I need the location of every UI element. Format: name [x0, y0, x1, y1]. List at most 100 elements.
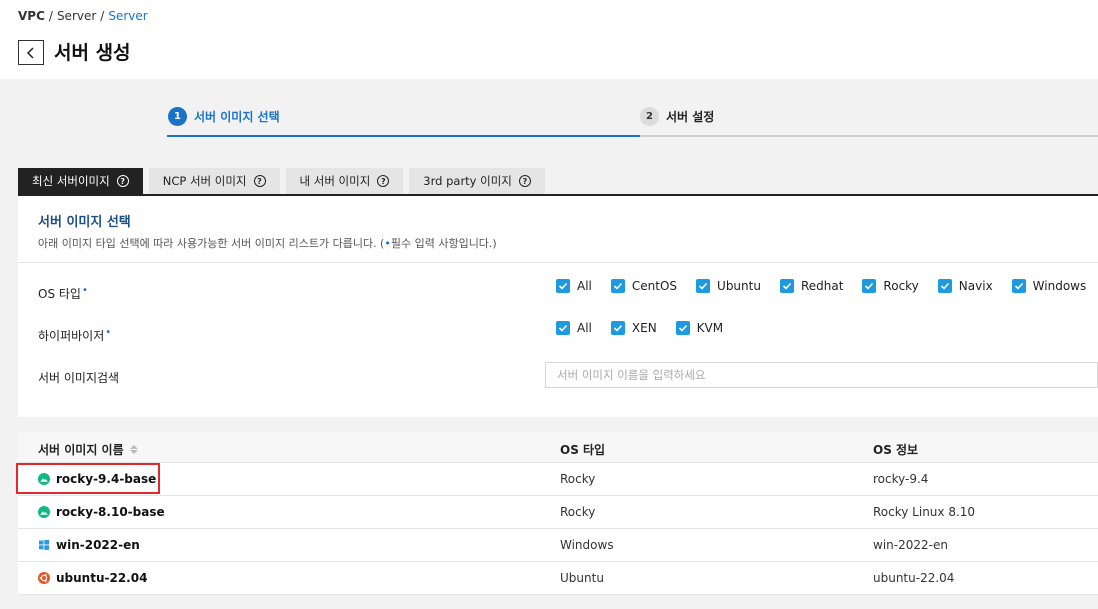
hypervisor-checkboxes: All XEN KVM [556, 321, 742, 335]
required-mark: • [81, 285, 88, 296]
help-icon[interactable]: ? [518, 175, 531, 187]
tab-my-images[interactable]: 내 서버 이미지 ? [285, 168, 404, 194]
checkbox-label: KVM [696, 321, 724, 335]
sort-icon[interactable] [129, 445, 138, 454]
label-text: 하이퍼바이저 [38, 329, 105, 343]
image-tabs: 최신 서버이미지 ? NCP 서버 이미지 ? 내 서버 이미지 ? 3rd p… [18, 168, 545, 194]
table-row[interactable]: rocky-9.4-base Rocky rocky-9.4 [16, 463, 1098, 496]
os-type-cell: Ubuntu [560, 571, 604, 585]
panel-title: 서버 이미지 선택 [38, 215, 131, 230]
help-icon[interactable]: ? [253, 175, 266, 187]
tab-ncp-images[interactable]: NCP 서버 이미지 ? [148, 168, 280, 194]
checkbox-checked-icon[interactable] [556, 321, 570, 335]
tab-label: NCP 서버 이미지 [162, 174, 247, 188]
image-name: rocky-8.10-base [56, 505, 165, 519]
table-row[interactable]: win-2022-en Windows win-2022-en [18, 529, 1098, 562]
image-name: win-2022-en [56, 538, 140, 552]
checkbox-checked-icon[interactable] [696, 279, 711, 293]
os-type-cell: Windows [560, 538, 614, 552]
breadcrumb-root[interactable]: VPC [18, 9, 45, 23]
step-number: 2 [640, 107, 659, 126]
checkbox-checked-icon[interactable] [610, 321, 625, 335]
checkbox-checked-icon[interactable] [1011, 279, 1026, 293]
tab-label: 3rd party 이미지 [423, 174, 512, 188]
breadcrumb-separator: / [100, 9, 105, 23]
divider [18, 262, 1098, 263]
chevron-left-icon [26, 46, 34, 59]
checkbox-os-ubuntu[interactable]: Ubuntu [696, 279, 761, 293]
table-row[interactable]: rocky-8.10-base Rocky Rocky Linux 8.10 [18, 496, 1098, 529]
rocky-icon [38, 473, 50, 485]
breadcrumb-mid[interactable]: Server [57, 9, 96, 23]
step-number: 1 [168, 107, 187, 126]
checkbox-os-centos[interactable]: CentOS [610, 279, 678, 293]
tab-label: 최신 서버이미지 [32, 174, 110, 188]
checkbox-label: Ubuntu [717, 279, 761, 293]
page-title: 서버 생성 [54, 42, 131, 64]
breadcrumb-current[interactable]: Server [108, 9, 147, 23]
column-header-name[interactable]: 서버 이미지 이름 [38, 441, 138, 458]
image-search-input[interactable] [545, 362, 1098, 388]
checkbox-os-all[interactable]: All [556, 279, 592, 293]
column-header-os-info: OS 정보 [873, 443, 919, 457]
os-type-cell: Rocky [560, 472, 596, 486]
tab-label: 내 서버 이미지 [299, 174, 371, 188]
image-name-cell[interactable]: win-2022-en [38, 538, 140, 552]
checkbox-os-windows[interactable]: Windows [1011, 279, 1087, 293]
checkbox-label: Redhat [800, 279, 844, 293]
step-label: 서버 설정 [666, 110, 715, 124]
tab-latest-images[interactable]: 최신 서버이미지 ? [18, 168, 143, 194]
checkbox-hv-kvm[interactable]: KVM [675, 321, 724, 335]
step-1: 1 서버 이미지 선택 [168, 107, 280, 126]
help-icon[interactable]: ? [377, 175, 390, 187]
windows-icon [39, 540, 49, 550]
checkbox-checked-icon[interactable] [937, 279, 952, 293]
table-header: 서버 이미지 이름 OS 타입 OS 정보 [18, 432, 1098, 463]
checkbox-checked-icon[interactable] [862, 279, 877, 293]
step-progress-inactive [640, 135, 1098, 137]
back-button[interactable] [18, 40, 44, 65]
checkbox-hv-xen[interactable]: XEN [610, 321, 657, 335]
checkbox-label: All [577, 279, 592, 293]
breadcrumb-separator: / [48, 9, 53, 23]
step-progress-active [167, 135, 640, 137]
checkbox-label: All [577, 321, 592, 335]
os-type-checkboxes: All CentOS Ubuntu Redhat Rocky Navix Win… [556, 279, 1098, 293]
checkbox-os-navix[interactable]: Navix [937, 279, 993, 293]
os-type-cell: Rocky [560, 505, 596, 519]
table-row[interactable]: ubuntu-22.04 Ubuntu ubuntu-22.04 [18, 562, 1098, 595]
checkbox-checked-icon[interactable] [675, 321, 690, 335]
required-mark: • [105, 327, 112, 338]
checkbox-hv-all[interactable]: All [556, 321, 592, 335]
checkbox-label: CentOS [631, 279, 678, 293]
os-type-label: OS 타입• [38, 285, 88, 302]
os-info-cell: rocky-9.4 [873, 472, 929, 486]
os-info-cell: win-2022-en [873, 538, 948, 552]
label-text: OS 타입 [38, 287, 81, 301]
hypervisor-label: 하이퍼바이저• [38, 327, 111, 344]
step-label: 서버 이미지 선택 [194, 110, 280, 124]
os-info-cell: Rocky Linux 8.10 [873, 505, 976, 519]
image-name-cell[interactable]: rocky-8.10-base [38, 505, 165, 519]
help-icon[interactable]: ? [116, 175, 129, 187]
desc-text: 아래 이미지 타입 선택에 따라 사용가능한 서버 이미지 리스트가 다릅니다.… [38, 237, 385, 250]
image-name-cell[interactable]: ubuntu-22.04 [38, 571, 147, 585]
os-info-cell: ubuntu-22.04 [873, 571, 955, 585]
panel-description: 아래 이미지 타입 선택에 따라 사용가능한 서버 이미지 리스트가 다릅니다.… [38, 235, 497, 251]
image-table: 서버 이미지 이름 OS 타입 OS 정보 rocky-9.4-base Roc… [16, 432, 1098, 595]
checkbox-os-redhat[interactable]: Redhat [779, 279, 844, 293]
desc-text: 필수 입력 사항입니다.) [390, 237, 497, 250]
checkbox-label: Rocky [883, 279, 919, 293]
checkbox-os-rocky[interactable]: Rocky [862, 279, 919, 293]
checkbox-label: Windows [1032, 279, 1087, 293]
image-name-cell[interactable]: rocky-9.4-base [38, 472, 156, 486]
step-2: 2 서버 설정 [640, 107, 714, 126]
checkbox-checked-icon[interactable] [556, 279, 570, 293]
tab-3rd-party-images[interactable]: 3rd party 이미지 ? [409, 168, 545, 194]
checkbox-checked-icon[interactable] [610, 279, 625, 293]
checkbox-checked-icon[interactable] [779, 279, 794, 293]
ubuntu-icon [38, 572, 50, 584]
step-indicator: 1 서버 이미지 선택 2 서버 설정 [167, 107, 1098, 139]
top-bar: VPC / Server / Server 서버 생성 [0, 0, 1098, 79]
filter-panel: 서버 이미지 선택 아래 이미지 타입 선택에 따라 사용가능한 서버 이미지 … [18, 196, 1098, 417]
